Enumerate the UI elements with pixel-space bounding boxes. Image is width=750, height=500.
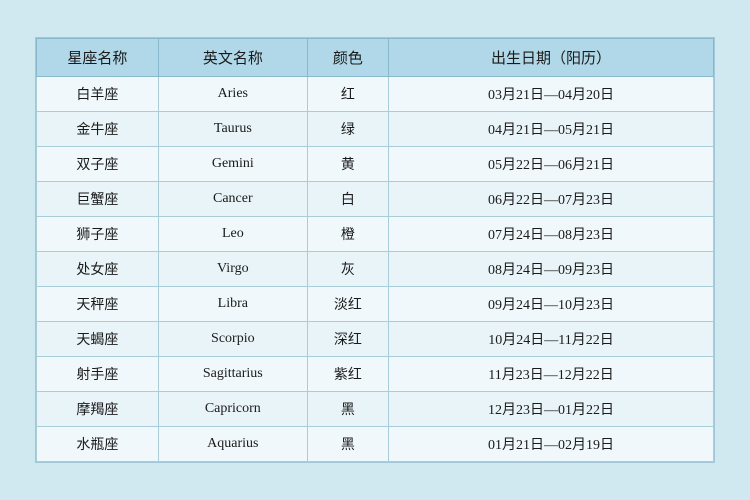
cell-chinese: 处女座	[37, 252, 159, 287]
cell-chinese: 天秤座	[37, 287, 159, 322]
table-row: 狮子座Leo橙07月24日—08月23日	[37, 217, 714, 252]
cell-english: Aries	[158, 77, 307, 112]
cell-date: 09月24日—10月23日	[389, 287, 714, 322]
cell-chinese: 狮子座	[37, 217, 159, 252]
table-row: 巨蟹座Cancer白06月22日—07月23日	[37, 182, 714, 217]
cell-chinese: 金牛座	[37, 112, 159, 147]
cell-date: 07月24日—08月23日	[389, 217, 714, 252]
cell-chinese: 白羊座	[37, 77, 159, 112]
table-row: 双子座Gemini黄05月22日—06月21日	[37, 147, 714, 182]
cell-color: 橙	[307, 217, 388, 252]
table-row: 射手座Sagittarius紫红11月23日—12月22日	[37, 357, 714, 392]
cell-color: 红	[307, 77, 388, 112]
cell-english: Cancer	[158, 182, 307, 217]
cell-english: Capricorn	[158, 392, 307, 427]
table-header-row: 星座名称 英文名称 颜色 出生日期（阳历）	[37, 39, 714, 77]
header-chinese: 星座名称	[37, 39, 159, 77]
cell-english: Gemini	[158, 147, 307, 182]
header-english: 英文名称	[158, 39, 307, 77]
cell-english: Leo	[158, 217, 307, 252]
cell-date: 05月22日—06月21日	[389, 147, 714, 182]
cell-date: 12月23日—01月22日	[389, 392, 714, 427]
zodiac-table: 星座名称 英文名称 颜色 出生日期（阳历） 白羊座Aries红03月21日—04…	[36, 38, 714, 462]
table-row: 白羊座Aries红03月21日—04月20日	[37, 77, 714, 112]
cell-color: 黑	[307, 427, 388, 462]
cell-chinese: 天蝎座	[37, 322, 159, 357]
cell-chinese: 巨蟹座	[37, 182, 159, 217]
cell-color: 白	[307, 182, 388, 217]
header-color: 颜色	[307, 39, 388, 77]
cell-date: 01月21日—02月19日	[389, 427, 714, 462]
header-date: 出生日期（阳历）	[389, 39, 714, 77]
cell-english: Scorpio	[158, 322, 307, 357]
cell-date: 11月23日—12月22日	[389, 357, 714, 392]
cell-date: 08月24日—09月23日	[389, 252, 714, 287]
zodiac-table-container: 星座名称 英文名称 颜色 出生日期（阳历） 白羊座Aries红03月21日—04…	[35, 37, 715, 463]
table-row: 天蝎座Scorpio深红10月24日—11月22日	[37, 322, 714, 357]
cell-english: Taurus	[158, 112, 307, 147]
table-row: 摩羯座Capricorn黑12月23日—01月22日	[37, 392, 714, 427]
cell-english: Virgo	[158, 252, 307, 287]
table-row: 水瓶座Aquarius黑01月21日—02月19日	[37, 427, 714, 462]
cell-chinese: 射手座	[37, 357, 159, 392]
cell-chinese: 水瓶座	[37, 427, 159, 462]
cell-date: 06月22日—07月23日	[389, 182, 714, 217]
table-row: 处女座Virgo灰08月24日—09月23日	[37, 252, 714, 287]
cell-chinese: 摩羯座	[37, 392, 159, 427]
cell-color: 紫红	[307, 357, 388, 392]
cell-color: 深红	[307, 322, 388, 357]
cell-english: Aquarius	[158, 427, 307, 462]
cell-date: 03月21日—04月20日	[389, 77, 714, 112]
cell-color: 黄	[307, 147, 388, 182]
cell-color: 黑	[307, 392, 388, 427]
cell-color: 淡红	[307, 287, 388, 322]
cell-english: Libra	[158, 287, 307, 322]
cell-color: 灰	[307, 252, 388, 287]
table-row: 金牛座Taurus绿04月21日—05月21日	[37, 112, 714, 147]
table-body: 白羊座Aries红03月21日—04月20日金牛座Taurus绿04月21日—0…	[37, 77, 714, 462]
cell-chinese: 双子座	[37, 147, 159, 182]
cell-date: 10月24日—11月22日	[389, 322, 714, 357]
cell-date: 04月21日—05月21日	[389, 112, 714, 147]
cell-english: Sagittarius	[158, 357, 307, 392]
cell-color: 绿	[307, 112, 388, 147]
table-row: 天秤座Libra淡红09月24日—10月23日	[37, 287, 714, 322]
